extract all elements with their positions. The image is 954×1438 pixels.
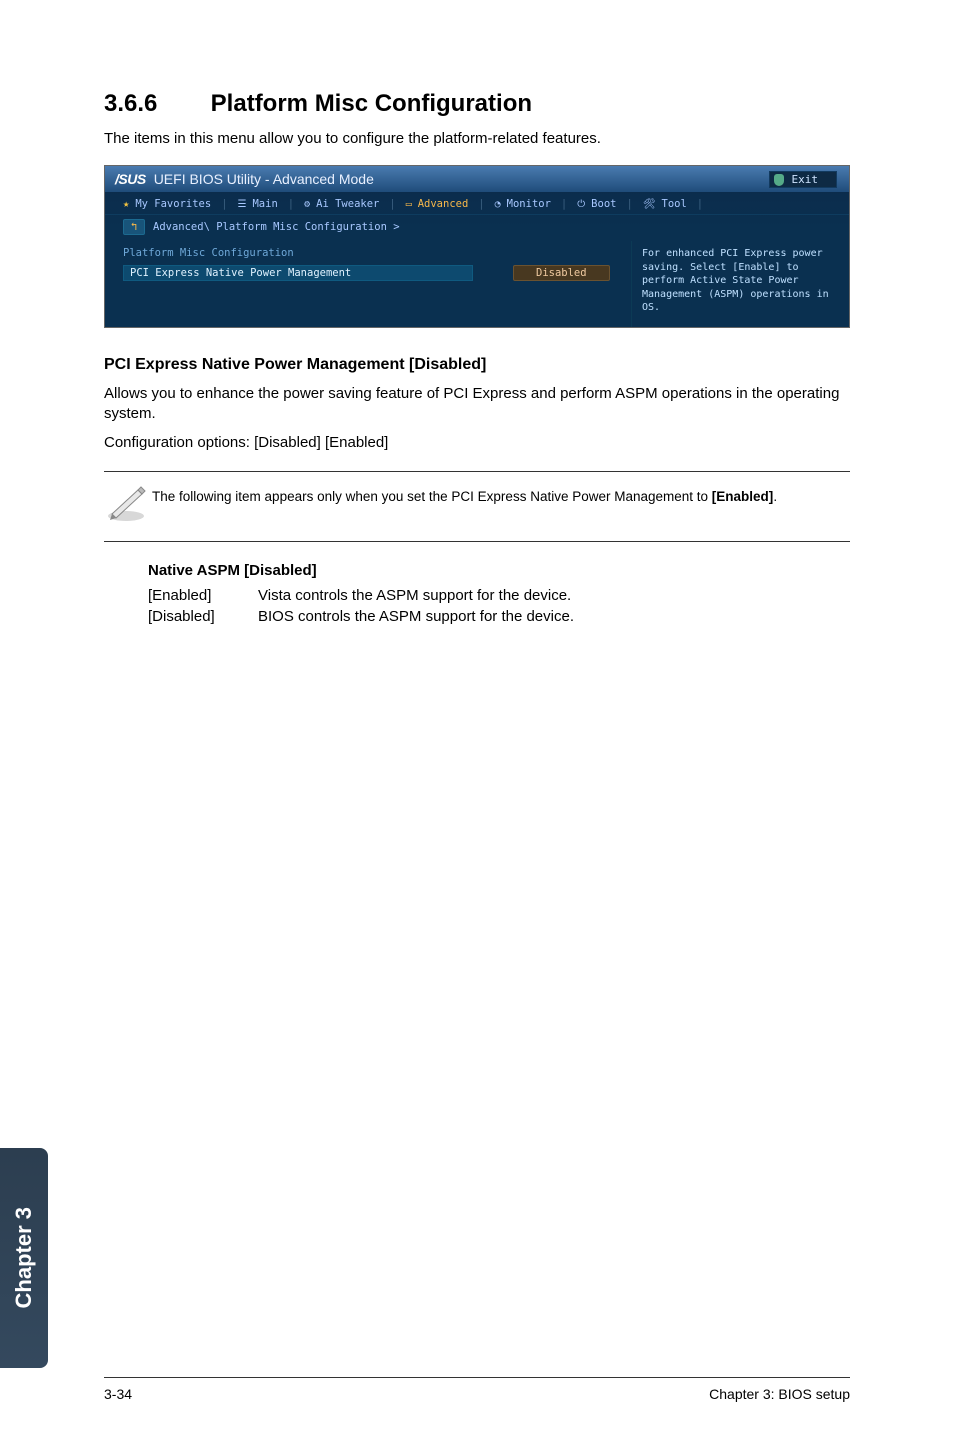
bios-section-label: Platform Misc Configuration [123,247,617,259]
mouse-icon [774,174,784,186]
tab-separator: | [557,198,571,210]
bios-setting-value[interactable]: Disabled [513,265,610,281]
note-text-post: . [773,489,777,504]
tab-boot[interactable]: Boot [591,198,616,210]
tweaker-icon: ⚙ [304,199,310,210]
option-desc: BIOS controls the ASPM support for the d… [258,608,574,625]
note-box: The following item appears only when you… [104,471,850,542]
option-description: Allows you to enhance the power saving f… [104,384,850,425]
bios-help-panel: For enhanced PCI Express power saving. S… [631,241,849,327]
monitor-icon: ◔ [495,199,501,210]
option-desc: Vista controls the ASPM support for the … [258,587,571,604]
list-icon: ☰ [238,199,247,210]
tab-advanced[interactable]: Advanced [418,198,469,210]
bios-setting-label: PCI Express Native Power Management [123,265,473,281]
bios-screenshot: /SUS UEFI BIOS Utility - Advanced Mode E… [104,165,850,328]
exit-button[interactable]: Exit [769,171,838,188]
footer-chapter: Chapter 3: BIOS setup [709,1386,850,1402]
tab-separator: | [693,198,707,210]
side-tab-label: Chapter 3 [11,1207,37,1308]
tab-main[interactable]: Main [252,198,277,210]
tool-icon: 🛠 [643,199,656,210]
section-intro: The items in this menu allow you to conf… [104,130,850,147]
page-number: 3-34 [104,1386,132,1402]
breadcrumb: Advanced\ Platform Misc Configuration > [153,221,400,233]
bios-tab-row: ★ My Favorites | ☰ Main | ⚙ Ai Tweaker |… [105,192,849,215]
option-row: [Enabled] Vista controls the ASPM suppor… [148,587,850,604]
tab-monitor[interactable]: Monitor [507,198,551,210]
note-bold: [Enabled] [712,489,774,504]
bios-mode-label: UEFI BIOS Utility - Advanced Mode [154,171,374,187]
star-icon: ★ [123,198,129,210]
pen-note-icon [104,484,152,529]
bios-setting-row[interactable]: PCI Express Native Power Management Disa… [123,265,617,281]
tab-separator: | [284,198,298,210]
option-heading: PCI Express Native Power Management [Dis… [104,356,850,374]
chapter-side-tab: Chapter 3 [0,1148,48,1368]
tab-separator: | [217,198,231,210]
section-heading: 3.6.6 Platform Misc Configuration [104,90,850,118]
exit-label: Exit [792,173,819,186]
back-button[interactable]: ↰ [123,219,145,235]
option-key: [Disabled] [148,608,258,625]
config-options: Configuration options: [Disabled] [Enabl… [104,433,850,453]
tab-tool[interactable]: Tool [662,198,687,210]
option-table: [Enabled] Vista controls the ASPM suppor… [148,587,850,625]
sub-option-heading: Native ASPM [Disabled] [148,562,850,579]
page-footer: 3-34 Chapter 3: BIOS setup [104,1377,850,1402]
section-number: 3.6.6 [104,90,204,118]
section-title-text: Platform Misc Configuration [211,90,532,117]
breadcrumb-row: ↰ Advanced\ Platform Misc Configuration … [105,215,849,241]
tab-separator: | [385,198,399,210]
advanced-icon: ▭ [406,199,412,210]
option-row: [Disabled] BIOS controls the ASPM suppor… [148,608,850,625]
bios-titlebar: /SUS UEFI BIOS Utility - Advanced Mode E… [105,166,849,192]
option-key: [Enabled] [148,587,258,604]
note-text-pre: The following item appears only when you… [152,489,712,504]
power-icon: ⏻ [577,199,585,210]
note-text: The following item appears only when you… [152,484,777,507]
asus-logo: /SUS [115,171,154,187]
tab-favorites[interactable]: My Favorites [135,198,211,210]
tab-ai-tweaker[interactable]: Ai Tweaker [316,198,379,210]
tab-separator: | [474,198,488,210]
tab-separator: | [622,198,636,210]
